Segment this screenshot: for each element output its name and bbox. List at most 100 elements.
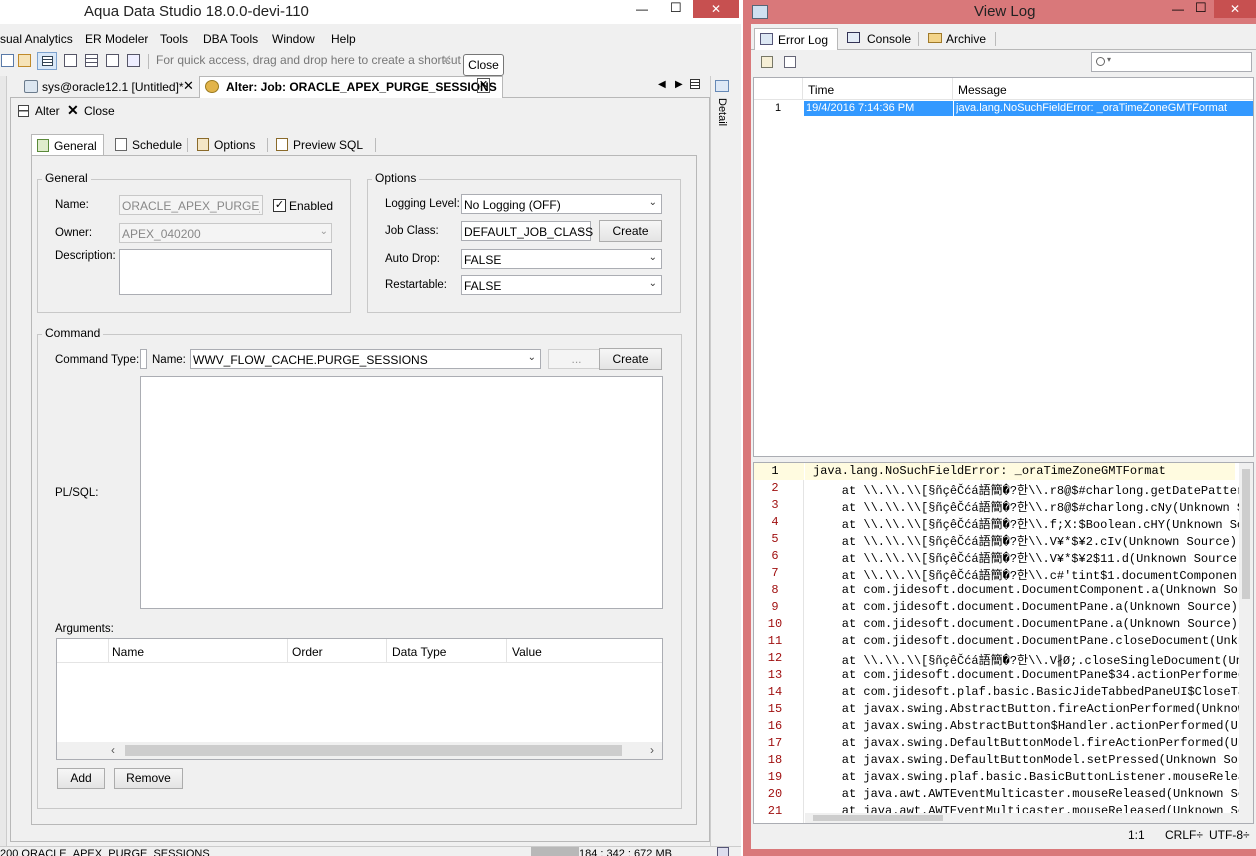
vertical-scrollbar[interactable]: [1239, 463, 1253, 823]
stack-trace-line: at com.jidesoft.document.DocumentPane.a(…: [813, 617, 1238, 631]
tab-separator: [267, 138, 268, 152]
name-field[interactable]: ORACLE_APEX_PURGE_SESS: [119, 195, 263, 215]
horizontal-scrollbar[interactable]: [805, 813, 1239, 823]
auto-drop-value: FALSE: [464, 253, 502, 267]
alter-button[interactable]: Alter: [35, 104, 60, 118]
auto-drop-select[interactable]: FALSE ⌄: [461, 249, 662, 269]
line-ending-select[interactable]: CRLF÷: [1165, 828, 1203, 842]
table-row[interactable]: 1 19/4/2016 7:14:36 PM java.lang.NoSuchF…: [754, 100, 1253, 117]
description-field[interactable]: [119, 249, 332, 295]
enabled-checkbox[interactable]: ✓: [273, 199, 286, 212]
tab-label: sys@oracle12.1 [Untitled]*: [42, 80, 184, 94]
scroll-tabs-right-icon[interactable]: ▶: [675, 79, 683, 90]
scrollbar-thumb[interactable]: [1242, 469, 1250, 599]
logging-level-select[interactable]: No Logging (OFF) ⌄: [461, 194, 662, 214]
stack-trace-viewer[interactable]: 1 java.lang.NoSuchFieldError: _oraTimeZon…: [753, 462, 1254, 824]
log-search-input[interactable]: ▾: [1091, 52, 1252, 72]
command-name-select[interactable]: WWV_FLOW_CACHE.PURGE_SESSIONS ⌄: [190, 349, 541, 369]
close-icon[interactable]: ✕: [183, 78, 194, 94]
column-header-time[interactable]: Time: [808, 83, 834, 97]
view-log-client: Error Log Console Archive ▾ Time Message…: [751, 24, 1256, 849]
close-window-button[interactable]: ✕: [693, 0, 739, 18]
list-icon[interactable]: [85, 54, 98, 67]
tab-archive[interactable]: Archive: [925, 28, 995, 50]
tab-sys-oracle[interactable]: sys@oracle12.1 [Untitled]* ✕: [22, 77, 208, 97]
menu-tools[interactable]: Tools: [160, 32, 188, 46]
stack-trace-line: at \\.\\.\\[§ñçêČćá語簡�?한\\.c#'tint$1.doc…: [813, 569, 1237, 583]
layout-icon[interactable]: [1, 54, 14, 67]
tab-label: Schedule: [132, 138, 183, 152]
column-header-message[interactable]: Message: [958, 83, 1007, 97]
message-value: java.lang.NoSuchFieldError: _oraTimeZone…: [956, 102, 1228, 114]
column-header-name[interactable]: Name: [112, 645, 144, 659]
schema-icon[interactable]: [18, 54, 31, 67]
owner-select[interactable]: APEX_040200 ⌄: [119, 223, 332, 243]
enabled-label: Enabled: [289, 199, 334, 213]
stack-trace-line: at \\.\\.\\[§ñçêČćá語簡�?한\\.V¥*$¥2$11.d(U…: [813, 552, 1245, 566]
detail-side-panel[interactable]: Detail: [710, 76, 741, 848]
tab-preview-sql[interactable]: Preview SQL: [273, 134, 373, 156]
browse-button[interactable]: ...: [548, 349, 605, 369]
copy-icon[interactable]: [784, 56, 796, 68]
add-argument-button[interactable]: Add: [57, 768, 105, 789]
scroll-tabs-left-icon[interactable]: ◀: [658, 79, 666, 90]
menu-visual-analytics[interactable]: sual Analytics: [0, 32, 73, 46]
name-label: Name:: [55, 199, 89, 211]
line-number: 6: [771, 549, 779, 563]
quick-access-clear-icon[interactable]: ✕: [441, 52, 452, 68]
tab-general[interactable]: General: [31, 134, 104, 156]
menu-dba-tools[interactable]: DBA Tools: [203, 32, 258, 46]
menu-help[interactable]: Help: [331, 32, 356, 46]
tab-console[interactable]: Console: [843, 28, 913, 50]
tab-alter-job[interactable]: Alter: Job: ORACLE_APEX_PURGE_SESSIONS ✕: [199, 76, 503, 98]
create-job-class-button[interactable]: Create: [599, 220, 662, 242]
alter-icon: [18, 105, 29, 117]
form-icon[interactable]: [64, 54, 77, 67]
table-icon[interactable]: [42, 56, 53, 66]
maximize-button[interactable]: ☐: [1195, 0, 1207, 16]
line-number: 20: [767, 787, 783, 801]
command-type-select[interactable]: [140, 349, 147, 369]
log-tab-bar: Error Log Console Archive: [751, 28, 1256, 50]
stack-trace-line: at com.jidesoft.plaf.basic.BasicJideTabb…: [813, 685, 1253, 699]
column-header-value[interactable]: Value: [512, 645, 542, 659]
remove-argument-button[interactable]: Remove: [114, 768, 183, 789]
button-label: Remove: [126, 771, 171, 785]
minimize-button[interactable]: —: [1172, 2, 1184, 16]
menu-window[interactable]: Window: [272, 32, 315, 46]
encoding-select[interactable]: UTF-8÷: [1209, 828, 1250, 842]
pivot-icon[interactable]: [106, 54, 119, 67]
tab-list-icon[interactable]: [690, 79, 700, 89]
minimize-button[interactable]: —: [636, 2, 648, 16]
plsql-editor[interactable]: [140, 376, 663, 609]
maximize-button[interactable]: ☐: [670, 0, 682, 16]
create-command-button[interactable]: Create: [599, 348, 662, 370]
line-number: 18: [767, 753, 783, 767]
scrollbar-thumb[interactable]: [125, 745, 622, 756]
stack-trace-line: at \\.\\.\\[§ñçêČćá語簡�?한\\.V¥*$¥2.cIv(Un…: [813, 535, 1237, 549]
column-header-order[interactable]: Order: [292, 645, 323, 659]
restartable-select[interactable]: FALSE ⌄: [461, 275, 662, 295]
chart-icon[interactable]: [127, 54, 140, 67]
scrollbar-thumb[interactable]: [813, 815, 943, 821]
message-cell[interactable]: java.lang.NoSuchFieldError: _oraTimeZone…: [954, 101, 1253, 116]
chevron-right-icon[interactable]: ›: [650, 743, 654, 757]
tab-options[interactable]: Options: [194, 134, 266, 156]
column-header-data-type[interactable]: Data Type: [392, 645, 446, 659]
trash-icon[interactable]: [717, 847, 729, 856]
close-icon[interactable]: ✕: [477, 78, 490, 93]
time-cell[interactable]: 19/4/2016 7:14:36 PM: [804, 101, 953, 116]
menu-er-modeler[interactable]: ER Modeler: [85, 32, 148, 46]
close-icon: ✕: [1229, 2, 1241, 16]
tab-error-log[interactable]: Error Log: [754, 28, 838, 50]
close-window-button[interactable]: ✕: [1214, 0, 1256, 18]
tab-schedule[interactable]: Schedule: [111, 134, 191, 156]
close-button[interactable]: Close: [84, 104, 115, 118]
edit-icon[interactable]: [761, 56, 773, 68]
horizontal-scrollbar[interactable]: ‹ ›: [57, 742, 662, 759]
job-class-select[interactable]: DEFAULT_JOB_CLASS ⌄: [461, 221, 593, 241]
line-number: 8: [771, 583, 779, 597]
error-log-icon: [760, 33, 773, 45]
stack-trace-line: at javax.swing.plaf.basic.BasicButtonLis…: [813, 770, 1253, 784]
chevron-left-icon[interactable]: ‹: [111, 743, 115, 757]
